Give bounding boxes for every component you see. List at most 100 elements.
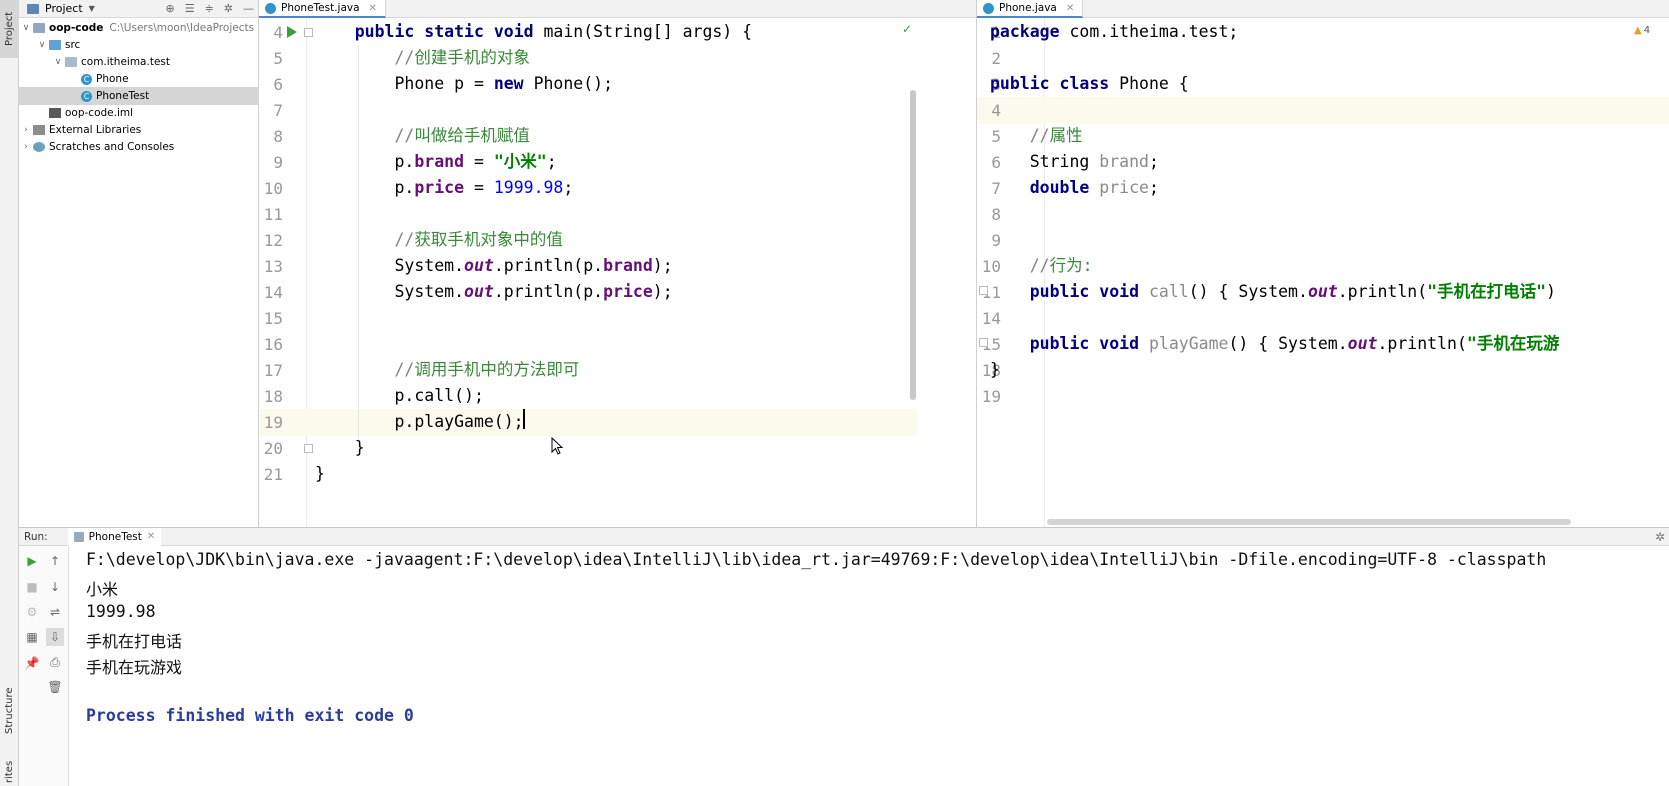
chevron-right-icon[interactable]: › [21, 142, 31, 152]
collapse-all-icon[interactable]: ≑ [205, 2, 214, 15]
scroll-to-end-icon[interactable]: ⇩ [46, 628, 64, 646]
code-token: 1999.98 [493, 178, 564, 197]
line-number: 11 [263, 205, 283, 224]
fold-marker-icon[interactable] [979, 286, 988, 295]
tree-item[interactable]: C PhoneTest [19, 87, 259, 105]
chevron-right-icon[interactable]: › [21, 125, 31, 135]
stop-icon[interactable]: ■ [23, 578, 41, 596]
expand-all-icon[interactable]: ☰ [185, 2, 195, 15]
tree-item-label: src [65, 39, 81, 51]
indent-guide [358, 45, 359, 440]
code-line[interactable]: } [315, 438, 365, 458]
code-line[interactable]: p.playGame(); [315, 412, 523, 432]
line-number: 16 [263, 335, 283, 354]
project-tool-tab[interactable]: Project [0, 0, 19, 58]
fold-marker-icon[interactable] [979, 338, 988, 347]
chevron-down-icon[interactable]: ∨ [53, 57, 63, 67]
tree-item[interactable]: C Phone [19, 70, 259, 88]
code-line[interactable]: public void call() { System.out.println(… [990, 282, 1556, 302]
inspection-count: 4 [1643, 25, 1651, 36]
code-line[interactable]: package com.itheima.test; [990, 22, 1238, 42]
tree-item[interactable]: ∨ src [19, 36, 259, 54]
code-token: System. [315, 256, 465, 275]
close-icon[interactable]: ✕ [147, 531, 155, 542]
run-gutter-icon[interactable] [287, 26, 297, 38]
favorites-tool-tab[interactable]: rites [0, 758, 19, 786]
close-icon[interactable]: ✕ [369, 3, 377, 14]
code-line[interactable]: public class Phone { [990, 74, 1189, 94]
code-line[interactable]: //行为: [990, 256, 1093, 276]
chevron-down-icon[interactable]: ∨ [37, 40, 47, 50]
tree-item[interactable]: › Scratches and Consoles [19, 138, 259, 156]
line-number: 14 [981, 309, 1001, 328]
code-line[interactable]: //调用手机中的方法即可 [315, 360, 579, 380]
tab-phonetest-java[interactable]: PhoneTest.java ✕ [259, 0, 386, 18]
code-token: } [990, 360, 1000, 379]
code-line[interactable]: System.out.println(p.brand); [315, 256, 672, 276]
down-arrow-icon[interactable]: ↓ [46, 578, 64, 596]
structure-tool-tab[interactable]: Structure [0, 680, 19, 742]
fold-marker-icon[interactable] [304, 444, 313, 453]
code-token: // [394, 360, 415, 379]
code-token: .println(p. [493, 282, 604, 301]
up-arrow-icon[interactable]: ↑ [46, 552, 64, 570]
code-line[interactable]: p.price = 1999.98; [315, 178, 573, 198]
locate-icon[interactable]: ⊕ [165, 2, 174, 15]
source-folder-icon [49, 40, 61, 50]
code-line[interactable]: } [990, 360, 1000, 380]
tab-phone-java[interactable]: Phone.java ✕ [977, 0, 1084, 18]
run-tab-label: PhoneTest [88, 530, 142, 543]
gear-icon[interactable]: ✲ [1655, 530, 1665, 544]
vertical-scrollbar[interactable] [910, 90, 916, 400]
left-tool-strip: Project Structure rites [0, 0, 19, 786]
tree-item-label: com.itheima.test [81, 56, 170, 68]
class-icon: C [81, 73, 92, 85]
rerun-icon[interactable]: ▶ [23, 552, 41, 570]
code-line[interactable]: System.out.println(p.price); [315, 282, 672, 302]
code-token: .println( [1337, 282, 1428, 301]
close-icon[interactable]: ✕ [1066, 3, 1074, 14]
code-line[interactable]: p.call(); [315, 386, 483, 406]
code-line[interactable]: //创建手机的对象 [315, 48, 529, 68]
restore-layout-icon[interactable]: ⚙ [23, 603, 41, 621]
run-tab-phonetest[interactable]: PhoneTest ✕ [67, 527, 162, 546]
line-number: 20 [263, 439, 283, 458]
hide-panel-icon[interactable]: — [243, 2, 254, 15]
code-line[interactable]: public void playGame() { System.out.prin… [990, 334, 1560, 354]
code-line[interactable]: String brand; [990, 152, 1159, 172]
code-line[interactable]: p.brand = "小米"; [315, 152, 556, 172]
fold-marker-icon[interactable] [304, 28, 313, 37]
soft-wrap-icon[interactable]: ⇌ [46, 603, 64, 621]
code-token: () { System. [1228, 334, 1348, 353]
console-line: F:\develop\JDK\bin\java.exe -javaagent:F… [86, 550, 1547, 569]
line-number: 13 [263, 257, 283, 276]
inspection-widget[interactable]: ▲ 4 [1634, 25, 1650, 36]
print-icon[interactable]: ⎙ [46, 653, 64, 671]
editor-tabbar-left: PhoneTest.java ✕ [259, 0, 976, 18]
project-view-selector[interactable]: Project [45, 2, 83, 15]
gear-icon[interactable]: ✲ [224, 2, 233, 15]
code-token: out [464, 256, 494, 275]
code-line[interactable]: //属性 [990, 126, 1083, 146]
code-line[interactable]: } [315, 464, 325, 484]
chevron-down-icon[interactable]: ▼ [89, 4, 95, 13]
console-line: 手机在玩游戏 [86, 658, 183, 677]
tree-item[interactable]: › External Libraries [19, 121, 259, 139]
code-line[interactable]: //获取手机对象中的值 [315, 230, 562, 250]
code-line[interactable]: double price; [990, 178, 1159, 198]
line-number: 19 [981, 387, 1001, 406]
code-line[interactable]: Phone p = new Phone(); [315, 74, 613, 94]
code-line[interactable]: //叫做给手机赋值 [315, 126, 529, 146]
layout-icon[interactable]: ▦ [23, 628, 41, 646]
horizontal-scrollbar[interactable] [1047, 519, 1571, 525]
chevron-down-icon[interactable]: ∨ [21, 23, 31, 33]
code-line[interactable]: public static void main(String[] args) { [315, 22, 752, 42]
pin-icon[interactable]: 📌 [23, 654, 41, 672]
tree-item[interactable]: ∨ oop-code C:\Users\moon\IdeaProjects [19, 19, 259, 37]
tree-item[interactable]: ∨ com.itheima.test [19, 53, 259, 71]
tree-item[interactable]: oop-code.iml [19, 104, 259, 122]
console-output[interactable]: F:\develop\JDK\bin\java.exe -javaagent:F… [86, 546, 1669, 786]
trash-icon[interactable]: 🗑 [46, 678, 64, 696]
